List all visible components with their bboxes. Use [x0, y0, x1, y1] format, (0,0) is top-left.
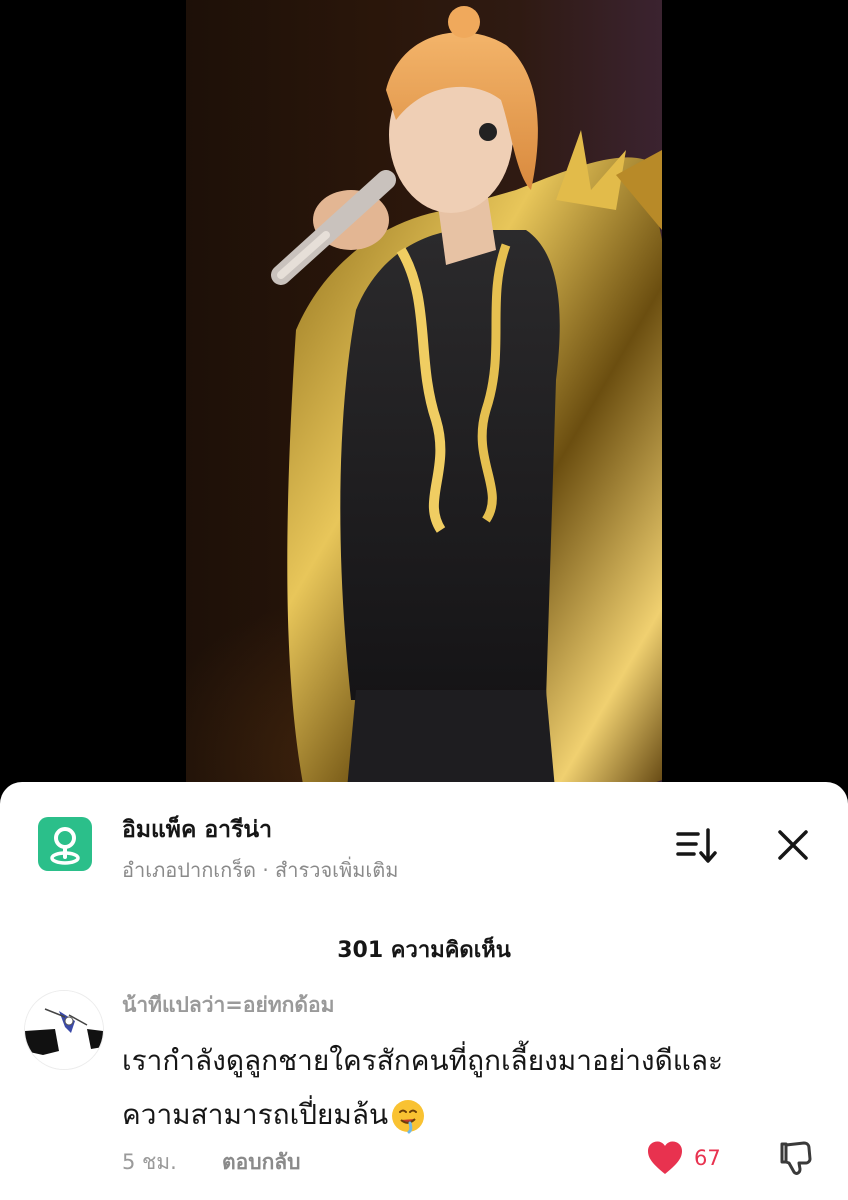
close-button[interactable]: [770, 822, 816, 868]
video-player[interactable]: [0, 0, 848, 800]
video-frame[interactable]: [186, 0, 662, 800]
like-button[interactable]: [646, 1140, 684, 1176]
heart-icon: [648, 1141, 682, 1174]
comment-text-line2: ความสามารถเปี่ยมล้น: [122, 1098, 389, 1131]
comment-text: เรากำลังดูลูกชายใครสักคนที่ถูกเลี้ยงมาอย…: [122, 1034, 812, 1142]
drooling-face-emoji: [392, 1100, 425, 1134]
location-pin-icon[interactable]: [38, 817, 92, 871]
comment-text-line2-wrap: ความสามารถเปี่ยมล้น: [122, 1088, 812, 1142]
comment-username[interactable]: น้าทีแปลว่า=อยู่ทุกด้อม: [122, 988, 334, 1012]
avatar[interactable]: [24, 990, 104, 1070]
comment-text-line1: เรากำลังดูลูกชายใครสักคนที่ถูกเลี้ยงมาอย…: [122, 1044, 724, 1077]
dislike-button[interactable]: [776, 1138, 816, 1178]
reply-button[interactable]: ตอบกลับ: [222, 1146, 301, 1179]
close-icon: [778, 830, 808, 860]
comment-time: 5 ชม.: [122, 1150, 177, 1174]
sort-button[interactable]: [672, 822, 720, 870]
place-name[interactable]: อิมแพ็ค อารีน่า: [122, 812, 272, 848]
performer-image: [271, 6, 662, 800]
sort-icon: [676, 828, 717, 863]
comment-count: 301 ความคิดเห็น: [337, 938, 511, 963]
comments-sheet: อิมแพ็ค อารีน่า อำเภอปากเกร็ด · สำรวจเพิ…: [0, 782, 848, 1200]
like-count: 67: [694, 1146, 721, 1170]
avatar-image: [25, 991, 103, 1069]
place-subtitle[interactable]: อำเภอปากเกร็ด · สำรวจเพิ่มเติม: [122, 854, 398, 886]
thumbs-down-icon: [780, 1141, 812, 1175]
